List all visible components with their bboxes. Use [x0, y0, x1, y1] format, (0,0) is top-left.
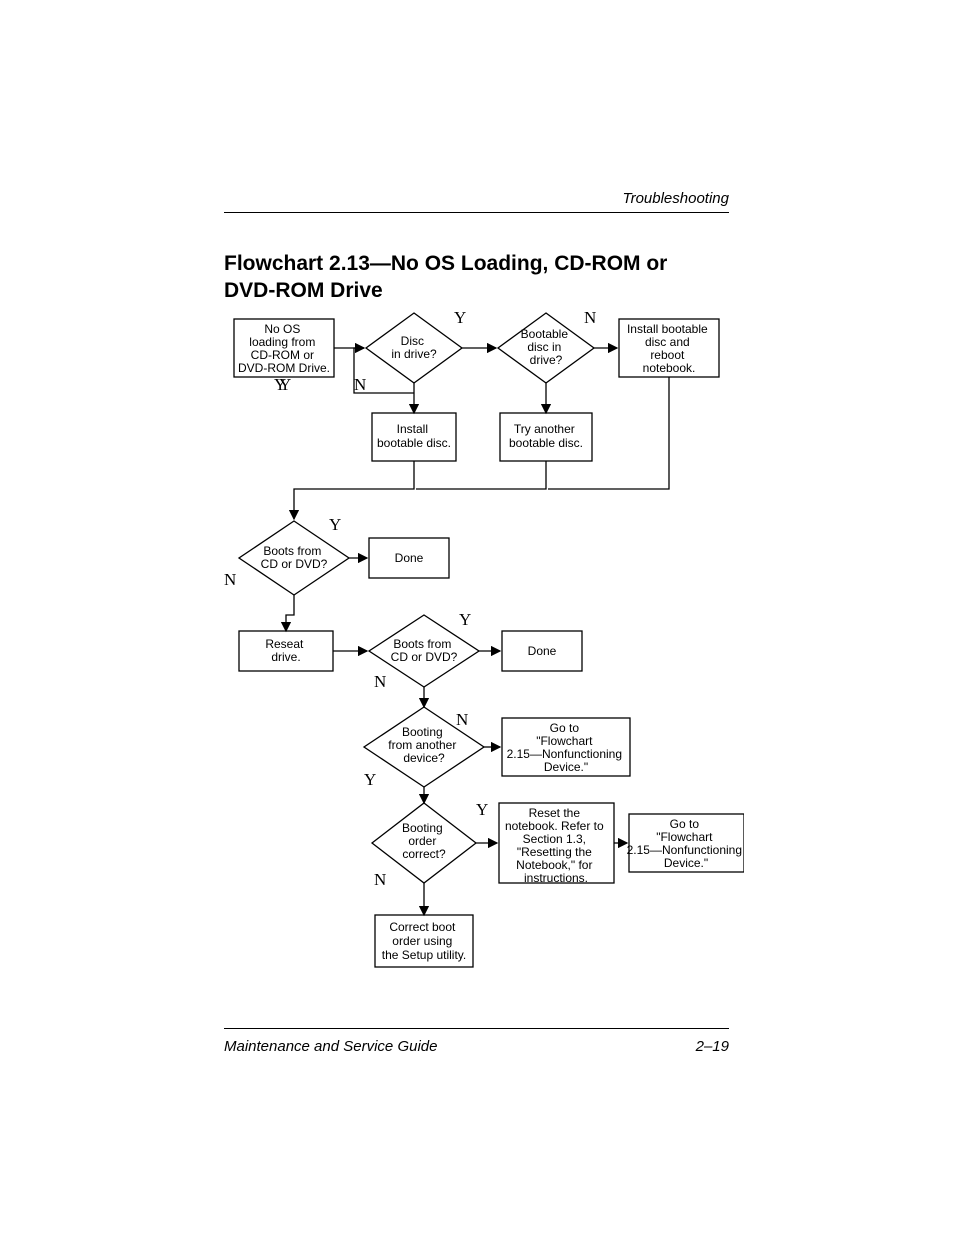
text-correct: Correct boot order using the Setup utili…	[382, 920, 467, 962]
section-header: Troubleshooting	[623, 190, 729, 207]
page-title: Flowchart 2.13—No OS Loading, CD-ROM or …	[224, 250, 724, 305]
text-order: Booting order correct?	[402, 821, 446, 861]
edge-label-n: N	[374, 870, 386, 889]
text-boots1: Boots from CD or DVD?	[261, 544, 328, 571]
footer-title: Maintenance and Service Guide	[224, 1038, 437, 1055]
footer-rule	[224, 1028, 729, 1029]
edge-label-y: Y	[364, 770, 376, 789]
edge	[286, 595, 294, 631]
page-number: 2–19	[696, 1038, 729, 1055]
edge-label-n: N	[354, 375, 366, 394]
edge	[416, 461, 546, 489]
header-rule	[224, 212, 729, 213]
edge-label-y: Y	[459, 610, 471, 629]
page: Troubleshooting Flowchart 2.13—No OS Loa…	[0, 0, 954, 1235]
edge-label-y: Y	[454, 308, 466, 327]
text-tryanother: Try another bootable disc.	[509, 422, 583, 450]
flowchart: No OS loading from CD-ROM or DVD-ROM Dri…	[224, 305, 744, 1005]
edge-label-y: Y	[329, 515, 341, 534]
edge-label-y: Y	[476, 800, 488, 819]
edge-label-n: N	[584, 308, 596, 327]
edge-label-n: N	[224, 570, 236, 589]
text-done1: Done	[395, 551, 424, 565]
text-done2: Done	[528, 644, 557, 658]
edge-label-n: N	[456, 710, 468, 729]
text-reseat: Reseat drive.	[265, 637, 306, 664]
edge-label-y2: Y	[279, 375, 291, 394]
edge-label-n: N	[374, 672, 386, 691]
text-boots2: Boots from CD or DVD?	[391, 637, 458, 664]
edge	[294, 461, 414, 519]
